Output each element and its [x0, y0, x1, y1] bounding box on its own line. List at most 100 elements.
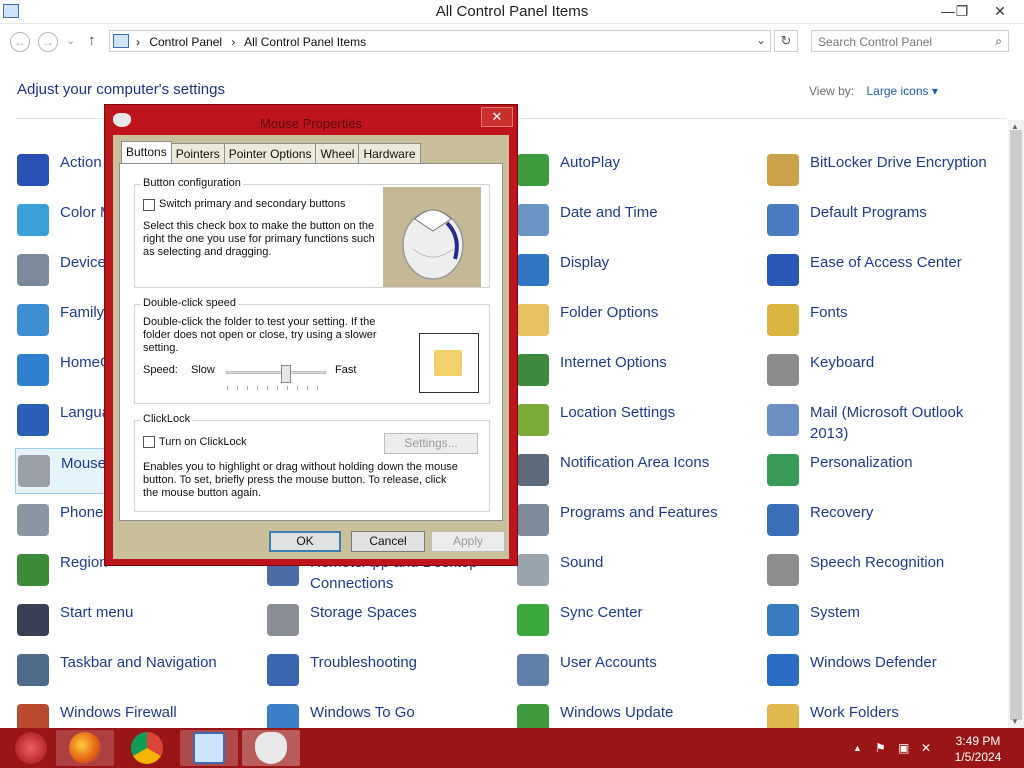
clock-time: 3:49 PM: [955, 734, 1001, 748]
view-by-label: View by:: [809, 84, 855, 98]
taskbar-firefox[interactable]: [56, 730, 114, 766]
speed-slider-thumb[interactable]: [281, 365, 291, 383]
flag-icon: [17, 154, 49, 186]
breadcrumb-all-items[interactable]: All Control Panel Items: [244, 35, 366, 49]
sound-icon: [517, 554, 549, 586]
cp-item-label: Personalization: [810, 454, 913, 471]
tab-pointers[interactable]: Pointers: [170, 143, 225, 163]
cp-item-label: AutoPlay: [560, 154, 621, 171]
cp-item-label: Windows Firewall: [60, 704, 177, 721]
cp-item-folder[interactable]: Folder Options: [515, 298, 755, 344]
close-button[interactable]: ✕: [985, 0, 1015, 22]
show-hidden-icon[interactable]: ▲: [853, 743, 862, 753]
page-heading: Adjust your computer's settings: [17, 81, 225, 98]
cp-item-troubleshoot[interactable]: Troubleshooting: [265, 648, 505, 694]
forward-button[interactable]: →: [38, 32, 58, 52]
taskbar-mouse-properties[interactable]: [242, 730, 300, 766]
flag-icon[interactable]: ⚑: [875, 741, 886, 755]
cp-item-autoplay[interactable]: AutoPlay: [515, 148, 755, 194]
taskbar-clock[interactable]: 3:49 PM 1/5/2024: [948, 733, 1008, 765]
address-bar[interactable]: › Control Panel › All Control Panel Item…: [109, 30, 771, 52]
speed-slider-track[interactable]: [226, 371, 326, 374]
control-panel-icon: [193, 732, 225, 764]
cp-item-default-programs[interactable]: Default Programs: [765, 198, 1005, 244]
refresh-button[interactable]: ↻: [774, 30, 798, 52]
clicklock-settings-button[interactable]: Settings...: [384, 433, 478, 454]
cp-item-defender[interactable]: Windows Defender: [765, 648, 1005, 694]
search-icon[interactable]: ⌕: [995, 34, 1002, 49]
cancel-button[interactable]: Cancel: [351, 531, 425, 552]
dialog-close-button[interactable]: ✕: [481, 107, 513, 127]
tab-pointer-options[interactable]: Pointer Options: [223, 143, 317, 163]
cp-item-label: Notification Area Icons: [560, 454, 710, 471]
cp-item-fonts[interactable]: Fonts: [765, 298, 1005, 344]
recent-locations-button[interactable]: ⌄: [66, 34, 75, 47]
window-title: All Control Panel Items: [435, 3, 589, 20]
cp-item-users[interactable]: User Accounts: [515, 648, 755, 694]
cp-item-bitlocker[interactable]: BitLocker Drive Encryption: [765, 148, 1005, 194]
view-by-dropdown[interactable]: Large icons ▾: [866, 84, 937, 98]
maximize-button[interactable]: ❐: [947, 0, 977, 22]
cp-item-location[interactable]: Location Settings: [515, 398, 755, 444]
autoplay-icon: [517, 154, 549, 186]
back-button[interactable]: ←: [10, 32, 30, 52]
fast-label: Fast: [335, 364, 357, 376]
region-icon: [17, 554, 49, 586]
cp-item-sound[interactable]: Sound: [515, 548, 755, 594]
taskbar-chrome[interactable]: [118, 730, 176, 766]
sync-icon: [517, 604, 549, 636]
cp-item-label: Sound: [560, 554, 604, 571]
ok-button[interactable]: OK: [269, 531, 341, 552]
start-button[interactable]: [2, 730, 60, 766]
cp-item-taskbar[interactable]: Taskbar and Navigation: [15, 648, 255, 694]
dialog-body: Buttons Pointers Pointer Options Wheel Hardw…: [113, 135, 509, 559]
switch-buttons-checkbox[interactable]: [143, 199, 155, 211]
up-button[interactable]: ↑: [88, 32, 96, 49]
taskbar-control-panel[interactable]: [180, 730, 238, 766]
cp-item-notification[interactable]: Notification Area Icons: [515, 448, 755, 494]
keyboard-icon: [767, 354, 799, 386]
button-config-description: Select this check box to make the button…: [143, 220, 375, 258]
address-dropdown-button[interactable]: ⌄: [756, 33, 766, 47]
double-click-speed-group: Double-click speed Double-click the fold…: [134, 297, 490, 404]
group-title: Button configuration: [141, 177, 243, 189]
cp-item-start[interactable]: Start menu: [15, 598, 255, 644]
ease-icon: [767, 254, 799, 286]
start-icon: [15, 732, 47, 764]
scrollbar-thumb[interactable]: [1010, 130, 1022, 720]
clicklock-checkbox[interactable]: [143, 436, 155, 448]
cp-item-programs[interactable]: Programs and Features: [515, 498, 755, 544]
group-title: ClickLock: [141, 413, 193, 425]
tab-buttons[interactable]: Buttons: [121, 141, 172, 164]
test-folder-box[interactable]: [419, 333, 479, 393]
folder-icon: [434, 350, 462, 376]
cp-item-clock[interactable]: Date and Time: [515, 198, 755, 244]
cp-item-ease[interactable]: Ease of Access Center: [765, 248, 1005, 294]
apply-button[interactable]: Apply: [431, 531, 505, 552]
vertical-scrollbar[interactable]: ▲ ▼: [1008, 120, 1024, 728]
cp-item-display[interactable]: Display: [515, 248, 755, 294]
cp-item-storage[interactable]: Storage Spaces: [265, 598, 505, 644]
scroll-down-arrow[interactable]: ▼: [1011, 717, 1019, 726]
view-by: View by: Large icons ▾: [809, 84, 938, 98]
cp-item-personalization[interactable]: Personalization: [765, 448, 1005, 494]
tab-wheel[interactable]: Wheel: [315, 143, 360, 163]
tab-hardware[interactable]: Hardware: [358, 143, 421, 163]
cp-item-mail[interactable]: Mail (Microsoft Outlook 2013): [765, 398, 1005, 444]
cp-item-system[interactable]: System: [765, 598, 1005, 644]
breadcrumb-control-panel[interactable]: Control Panel: [149, 35, 222, 49]
cp-item-label: Sync Center: [560, 604, 643, 621]
fonts-icon: [767, 304, 799, 336]
taskbar: ▲ ⚑ ▣ ✕ 3:49 PM 1/5/2024: [0, 728, 1024, 768]
cp-item-recovery[interactable]: Recovery: [765, 498, 1005, 544]
cp-item-internet[interactable]: Internet Options: [515, 348, 755, 394]
homegroup-icon: [17, 354, 49, 386]
volume-muted-icon[interactable]: ✕: [921, 741, 931, 755]
search-input[interactable]: Search Control Panel ⌕: [811, 30, 1009, 52]
breadcrumb-separator: ›: [136, 35, 140, 49]
cp-item-sync[interactable]: Sync Center: [515, 598, 755, 644]
firefox-icon: [69, 732, 101, 764]
cp-item-microphone[interactable]: Speech Recognition: [765, 548, 1005, 594]
cp-item-keyboard[interactable]: Keyboard: [765, 348, 1005, 394]
network-icon[interactable]: ▣: [898, 741, 909, 755]
